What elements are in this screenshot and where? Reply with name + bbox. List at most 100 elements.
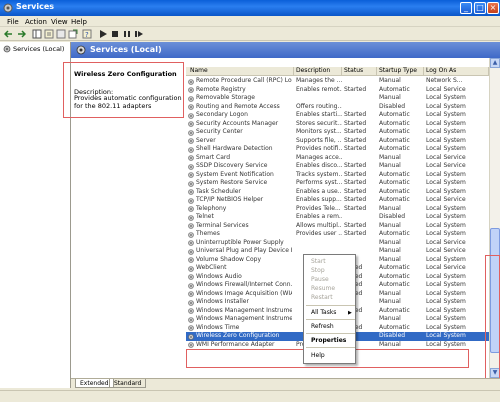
service-name: Windows Management Instrume... (196, 306, 292, 314)
menu-item-help[interactable]: Help (311, 352, 325, 360)
service-row[interactable]: SSDP Discovery Service Enables disco... St… (186, 162, 489, 171)
service-row[interactable]: Remote Procedure Call (RPC) Loc... Manage… (186, 77, 489, 86)
service-log-on-as: Local System (426, 298, 466, 305)
service-log-on-as: Local Service (426, 264, 466, 271)
menu-help[interactable]: Help (71, 18, 87, 26)
service-gear-icon (188, 138, 194, 144)
menu-item-all-tasks[interactable]: All Tasks (311, 309, 336, 317)
stop-service-icon[interactable] (110, 29, 120, 39)
column-header-description[interactable]: Description (294, 67, 342, 76)
service-gear-icon (188, 197, 194, 204)
service-gear-icon (188, 214, 194, 221)
show-tree-icon[interactable] (32, 29, 42, 39)
service-description: Enables remot... (296, 85, 342, 93)
menu-item-stop[interactable]: Stop (311, 267, 325, 275)
service-description: Enables supp... (296, 196, 342, 203)
service-row[interactable]: Themes Provides user ... Started Automatic L… (186, 230, 489, 239)
service-status: Started (344, 145, 367, 152)
service-log-on-as: Local System (426, 281, 466, 288)
service-startup-type: Manual (379, 255, 401, 263)
service-startup-type: Automatic (379, 145, 410, 152)
service-row[interactable]: Uninterruptible Power Supply Manual Local … (186, 239, 489, 248)
column-header-name[interactable]: Name (186, 67, 294, 76)
service-row[interactable]: Server Supports file, ... Started Automatic… (186, 137, 489, 146)
menu-file[interactable]: File (7, 18, 19, 26)
service-row[interactable]: Shell Hardware Detection Provides notifi.… (186, 145, 489, 154)
menu-item-start[interactable]: Start (311, 258, 326, 266)
svg-text:?: ? (85, 31, 89, 39)
service-gear-icon (188, 291, 194, 297)
pane-title: Services (Local) (90, 45, 162, 54)
column-header-startup-type[interactable]: Startup Type (377, 67, 424, 76)
service-row[interactable]: Terminal Services Allows multipl... Starte… (186, 222, 489, 231)
menu-item-resume[interactable]: Resume (311, 285, 335, 293)
service-log-on-as: Local Service (426, 196, 466, 203)
menu-item-pause[interactable]: Pause (311, 276, 329, 284)
service-row[interactable]: Task Scheduler Enables a use... Started Aut… (186, 188, 489, 197)
service-row[interactable]: System Event Notification Tracks system..… (186, 171, 489, 180)
service-row[interactable]: System Restore Service Performs syst... St… (186, 179, 489, 188)
service-row[interactable]: Telephony Provides Tele... Started Manual Lo… (186, 205, 489, 214)
service-log-on-as: Local System (426, 204, 466, 212)
service-log-on-as: Local System (426, 102, 466, 110)
view-tabs: Extended Standard (71, 378, 500, 388)
service-gear-icon (188, 299, 194, 306)
service-row[interactable]: Secondary Logon Enables starti... Started A… (186, 111, 489, 120)
column-header-status[interactable]: Status (342, 67, 377, 76)
export-list-icon[interactable] (68, 29, 78, 39)
service-name: Telnet (196, 213, 214, 220)
service-log-on-as: Local System (426, 306, 466, 314)
restart-service-icon[interactable] (134, 29, 144, 39)
forward-icon[interactable] (16, 29, 26, 39)
column-header-log-on-as[interactable]: Log On As (424, 67, 489, 76)
service-name: Remote Registry (196, 85, 246, 93)
gear-icon (3, 45, 11, 53)
menu-item-restart[interactable]: Restart (311, 294, 333, 302)
menu-bar: File Action View Help (0, 16, 500, 27)
service-startup-type: Disabled (379, 102, 406, 110)
service-description: Performs syst... (296, 179, 342, 186)
service-gear-icon (188, 240, 194, 246)
menu-item-properties[interactable]: Properties (311, 337, 346, 345)
tab-standard[interactable]: Standard (109, 379, 147, 388)
service-name: WMI Performance Adapter (196, 340, 275, 348)
service-row[interactable]: Removable Storage Manual Local System (186, 94, 489, 103)
tree-item-services-local[interactable]: Services (Local) (3, 45, 64, 53)
pause-service-icon[interactable] (122, 29, 132, 39)
service-startup-type: Manual (379, 298, 401, 305)
menu-item-refresh[interactable]: Refresh (311, 323, 334, 331)
menu-view[interactable]: View (51, 18, 68, 26)
service-startup-type: Manual (379, 204, 401, 212)
service-name: Volume Shadow Copy (196, 255, 262, 263)
service-log-on-as: Local System (426, 221, 466, 229)
service-gear-icon (188, 265, 194, 272)
scroll-up-button[interactable]: ▲ (490, 58, 500, 68)
tab-extended[interactable]: Extended (75, 379, 114, 388)
start-service-icon[interactable] (98, 29, 108, 39)
service-description: Provides user ... (296, 230, 342, 237)
service-log-on-as: Local System (426, 230, 466, 237)
menu-separator (306, 305, 355, 306)
service-name: TCP/IP NetBIOS Helper (196, 196, 264, 203)
service-log-on-as: Local System (426, 136, 466, 144)
console-tree: Services (Local) (0, 42, 71, 388)
service-row[interactable]: Security Accounts Manager Stores securit.… (186, 120, 489, 129)
help-icon[interactable]: ? (82, 29, 92, 39)
service-row[interactable]: Smart Card Manages acce... Manual Local Ser… (186, 154, 489, 163)
service-row[interactable]: TCP/IP NetBIOS Helper Enables supp... Star… (186, 196, 489, 205)
service-name: Uninterruptible Power Supply (196, 238, 284, 246)
service-row[interactable]: Telnet Enables a rem... Disabled Local Syst… (186, 213, 489, 222)
properties-icon[interactable] (44, 29, 54, 39)
service-gear-icon (188, 189, 194, 195)
close-button[interactable]: × (487, 2, 499, 14)
refresh-icon[interactable] (56, 29, 66, 39)
service-description: Enables disco... (296, 162, 342, 169)
service-row[interactable]: Routing and Remote Access Offers routing.… (186, 103, 489, 112)
minimize-button[interactable]: _ (460, 2, 472, 14)
back-icon[interactable] (4, 29, 14, 39)
service-row[interactable]: Security Center Monitors syst... Started Au… (186, 128, 489, 137)
service-row[interactable]: Remote Registry Enables remot... Started Au… (186, 86, 489, 95)
maximize-button[interactable]: □ (474, 2, 486, 14)
service-gear-icon (188, 180, 194, 187)
menu-action[interactable]: Action (25, 18, 47, 26)
